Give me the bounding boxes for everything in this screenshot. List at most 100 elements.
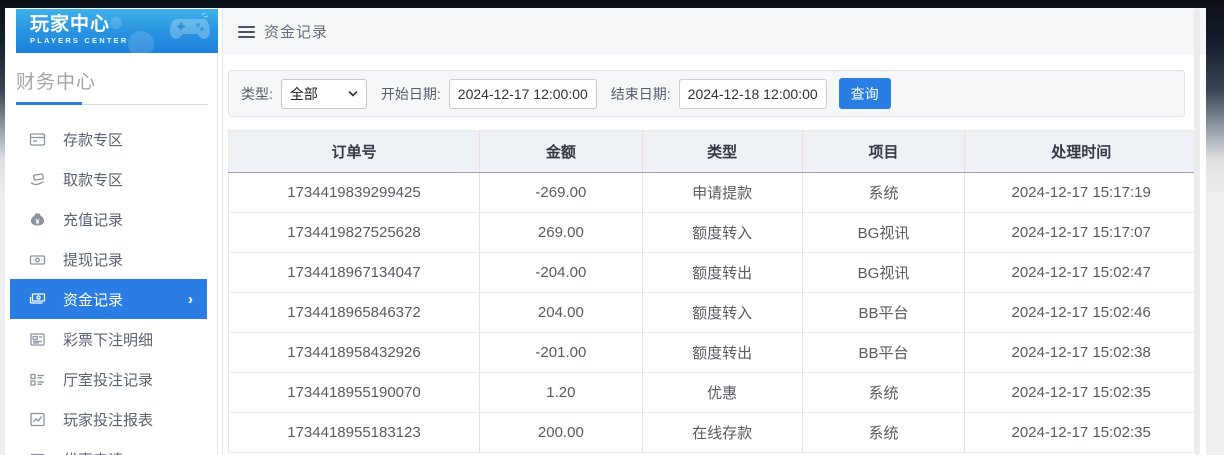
table-row: 1734418965846372 204.00 额度转入 BB平台 2024-1… — [228, 292, 1198, 333]
chevron-down-icon — [348, 90, 358, 97]
records-table: 订单号 金额 类型 项目 处理时间 1734419839299425 -269.… — [228, 130, 1198, 453]
sidebar-item-deposit-zone[interactable]: 存款专区 — [10, 119, 207, 159]
gamepad-icon — [168, 11, 212, 50]
header-amount: 金额 — [479, 130, 643, 173]
cell-item: 系统 — [802, 172, 966, 213]
withdraw-hand-icon — [29, 171, 46, 188]
money-bag-icon — [29, 211, 46, 228]
page-panel: 玩家中心 PLAYERS CENTER 财务中心 存款专区 取款专区 充值记录 … — [5, 8, 1206, 455]
cell-amount: 204.00 — [479, 292, 643, 333]
cell-time: 2024-12-17 15:02:35 — [964, 372, 1198, 413]
cell-type: 申请提款 — [642, 172, 803, 213]
table-row: 1734418955190070 1.20 优惠 系统 2024-12-17 1… — [228, 372, 1198, 413]
cell-amount: 1.20 — [479, 372, 643, 413]
start-date-input[interactable] — [448, 78, 597, 109]
sidebar-item-label: 存款专区 — [63, 131, 124, 149]
cell-order-no: 1734419827525628 — [228, 212, 480, 253]
sidebar-item-label: 厅室投注记录 — [63, 371, 154, 389]
sidebar-item-withdraw-zone[interactable]: 取款专区 — [10, 159, 207, 199]
bubble-decoration — [128, 31, 154, 53]
cell-time: 2024-12-17 15:02:35 — [964, 412, 1198, 453]
sidebar-item-label: 取款专区 — [63, 171, 124, 189]
chevron-right-icon: › — [188, 290, 193, 308]
table-row: 1734419827525628 269.00 额度转入 BG视讯 2024-1… — [228, 212, 1198, 253]
cell-type: 在线存款 — [642, 412, 803, 453]
sidebar-item-label: 提现记录 — [63, 251, 124, 269]
cell-order-no: 1734418958432926 — [228, 332, 480, 373]
type-label: 类型: — [241, 85, 273, 102]
sidebar-item-recharge-records[interactable]: 充值记录 — [10, 199, 207, 239]
sidebar-item-promo-application[interactable]: 优惠申请 — [10, 439, 207, 455]
header-item: 项目 — [802, 130, 966, 173]
cell-amount: -201.00 — [479, 332, 643, 373]
cell-order-no: 1734418965846372 — [228, 292, 480, 333]
table-row: 1734418958432926 -201.00 额度转出 BB平台 2024-… — [228, 332, 1198, 373]
cell-time: 2024-12-17 15:17:07 — [964, 212, 1198, 253]
end-date-input[interactable] — [678, 78, 827, 109]
sidebar-item-player-bet-report[interactable]: 玩家投注报表 — [10, 399, 207, 439]
cell-type: 额度转出 — [642, 252, 803, 293]
brand-banner: 玩家中心 PLAYERS CENTER — [16, 9, 218, 53]
cell-type: 优惠 — [642, 372, 803, 413]
table-row: 1734418967134047 -204.00 额度转出 BG视讯 2024-… — [228, 252, 1198, 293]
cell-amount: -269.00 — [479, 172, 643, 213]
menu-toggle-icon[interactable] — [238, 25, 255, 38]
sidebar-item-label: 资金记录 — [63, 291, 124, 309]
checklist-icon — [29, 371, 46, 388]
query-button[interactable]: 查询 — [838, 78, 891, 109]
sidebar-item-withdrawal-records[interactable]: 提现记录 — [10, 239, 207, 279]
cell-time: 2024-12-17 15:02:47 — [964, 252, 1198, 293]
header-type: 类型 — [642, 130, 803, 173]
sidebar: 玩家中心 PLAYERS CENTER 财务中心 存款专区 取款专区 充值记录 … — [5, 8, 218, 455]
start-date-label: 开始日期: — [380, 85, 441, 102]
sidebar-menu: 存款专区 取款专区 充值记录 提现记录 资金记录 › 彩票下注明细 厅室投注记录… — [5, 119, 217, 455]
topbar: 资金记录 — [223, 8, 1206, 55]
cell-amount: -204.00 — [479, 252, 643, 293]
section-underline — [16, 102, 212, 105]
cell-amount: 269.00 — [479, 212, 643, 253]
section-title: 财务中心 — [16, 72, 97, 93]
cell-item: 系统 — [802, 412, 966, 453]
type-select[interactable]: 全部 — [280, 78, 367, 109]
cell-order-no: 1734418967134047 — [228, 252, 480, 293]
header-order-no: 订单号 — [228, 130, 480, 173]
cell-item: BG视讯 — [802, 252, 966, 293]
document-list-icon — [29, 331, 46, 348]
cell-order-no: 1734419839299425 — [228, 172, 480, 213]
cell-order-no: 1734418955183123 — [228, 412, 480, 453]
cell-type: 额度转入 — [642, 212, 803, 253]
sidebar-item-label: 玩家投注报表 — [63, 411, 154, 429]
cell-item: BG视讯 — [802, 212, 966, 253]
end-date-label: 结束日期: — [610, 85, 671, 102]
sidebar-item-lottery-bet-details[interactable]: 彩票下注明细 — [10, 319, 207, 359]
coupon-icon — [29, 451, 46, 455]
deposit-card-icon — [29, 131, 46, 148]
report-chart-icon — [29, 411, 46, 428]
fund-records-icon — [29, 291, 46, 308]
cell-item: 系统 — [802, 372, 966, 413]
cell-time: 2024-12-17 15:02:46 — [964, 292, 1198, 333]
table-row: 1734418955183123 200.00 在线存款 系统 2024-12-… — [228, 412, 1198, 453]
cell-time: 2024-12-17 15:17:19 — [964, 172, 1198, 213]
sidebar-item-label: 彩票下注明细 — [63, 331, 154, 349]
filter-bar: 类型: 全部 开始日期: 结束日期: 查询 — [228, 70, 1185, 117]
sidebar-item-fund-records[interactable]: 资金记录 › — [10, 279, 207, 319]
sidebar-section-header: 财务中心 — [16, 67, 212, 105]
cell-item: BB平台 — [802, 332, 966, 373]
sidebar-item-label: 优惠申请 — [63, 449, 123, 455]
main-content: 资金记录 类型: 全部 开始日期: 结束日期: 查询 订单号 金额 类型 — [222, 8, 1206, 455]
sidebar-item-hall-bet-records[interactable]: 厅室投注记录 — [10, 359, 207, 399]
cell-order-no: 1734418955190070 — [228, 372, 480, 413]
table-row: 1734419839299425 -269.00 申请提款 系统 2024-12… — [228, 172, 1198, 213]
header-time: 处理时间 — [964, 130, 1198, 173]
scrollbar-track[interactable] — [1194, 8, 1200, 455]
records-table-container: 订单号 金额 类型 项目 处理时间 1734419839299425 -269.… — [228, 130, 1198, 453]
bubble-decoration — [110, 17, 122, 29]
cell-amount: 200.00 — [479, 412, 643, 453]
cell-type: 额度转入 — [642, 292, 803, 333]
sidebar-item-label: 充值记录 — [63, 211, 124, 229]
cell-item: BB平台 — [802, 292, 966, 333]
cell-type: 额度转出 — [642, 332, 803, 373]
type-select-value: 全部 — [289, 85, 318, 102]
table-header-row: 订单号 金额 类型 项目 处理时间 — [228, 130, 1198, 173]
